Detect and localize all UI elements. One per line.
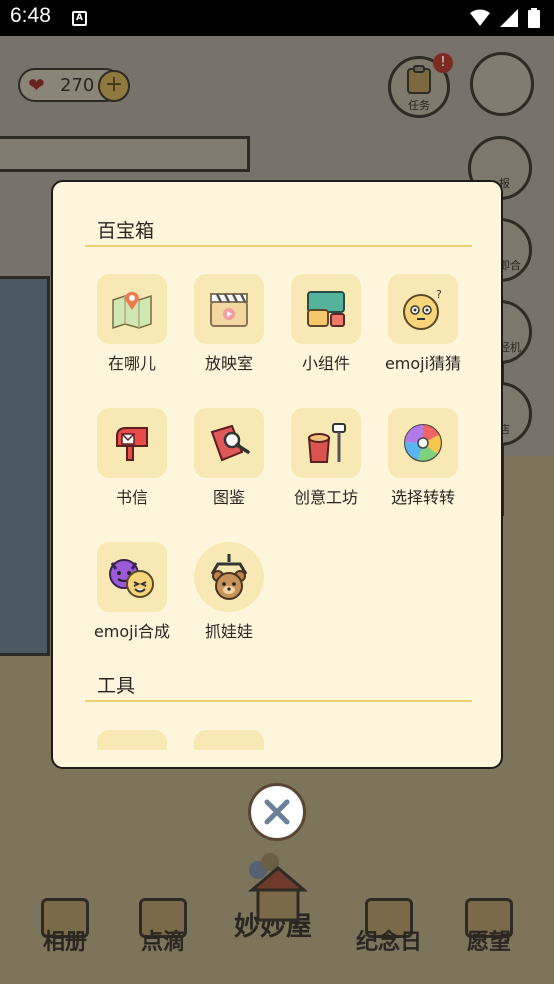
heart-icon: ❤	[28, 73, 45, 97]
tile-catalog[interactable]: 图鉴	[174, 408, 284, 508]
nav-anniversary-label: 纪念日	[355, 930, 422, 955]
avatar[interactable]	[470, 52, 534, 116]
tile-where[interactable]: 在哪儿	[77, 274, 187, 374]
claw-bear-icon	[194, 542, 264, 612]
tile-label: 小组件	[301, 354, 350, 373]
nav-home[interactable]: 妙妙屋	[228, 912, 318, 943]
tile-emoji-guess[interactable]: ? emoji猜猜	[368, 274, 478, 374]
book-magnifier-icon	[194, 408, 264, 478]
close-button[interactable]	[248, 783, 306, 841]
nav-notes-label: 点滴	[140, 930, 185, 955]
tile-label: emoji猜猜	[384, 354, 462, 373]
hearts-counter[interactable]: ❤ 270 +	[18, 68, 130, 102]
battery-icon	[528, 8, 540, 28]
tile-label: emoji合成	[93, 622, 171, 641]
task-button[interactable]: 任务 !	[388, 53, 453, 118]
tile-letter[interactable]: 书信	[77, 408, 187, 508]
clipboard-icon	[407, 65, 431, 94]
widget-icon	[291, 274, 361, 344]
tile-label: 创意工坊	[293, 488, 358, 507]
tool-tile-1[interactable]	[97, 730, 167, 750]
signal-icon	[500, 9, 518, 27]
nav-album-label: 相册	[42, 930, 87, 955]
clapperboard-icon	[194, 274, 264, 344]
tile-spinner[interactable]: 选择转转	[368, 408, 478, 508]
section-title-tools: 工具	[97, 675, 136, 697]
section-title-treasure: 百宝箱	[97, 220, 155, 242]
status-time: 6:48	[10, 4, 51, 27]
nav-anniversary[interactable]: 纪念日	[344, 880, 434, 956]
status-icons	[470, 8, 540, 28]
close-icon	[264, 799, 290, 825]
add-hearts-button[interactable]: +	[98, 70, 130, 102]
tile-label: 在哪儿	[107, 354, 156, 373]
color-wheel-icon	[388, 408, 458, 478]
status-bar: 6:48 A	[0, 0, 554, 36]
mailbox-icon	[97, 408, 167, 478]
tile-label: 图鉴	[212, 488, 245, 507]
task-label: 任务	[408, 99, 430, 112]
wifi-icon	[470, 9, 490, 26]
svg-text:?: ?	[436, 288, 442, 301]
nav-album[interactable]: 相册	[20, 880, 110, 956]
treasure-box-modal: 百宝箱 在哪儿 放映室 小组件 ? emoji猜猜 书信 图鉴 创意工坊 选择转…	[51, 180, 503, 769]
tile-label: 选择转转	[390, 488, 455, 507]
tile-emoji-merge[interactable]: emoji合成	[77, 542, 187, 642]
emoji-merge-icon	[97, 542, 167, 612]
nav-wish[interactable]: 愿望	[444, 880, 534, 956]
shelf	[0, 136, 250, 172]
tile-label: 放映室	[204, 354, 253, 373]
section-divider	[85, 245, 472, 247]
paint-bucket-icon	[291, 408, 361, 478]
nav-notes[interactable]: 点滴	[118, 880, 208, 956]
tile-workshop[interactable]: 创意工坊	[271, 408, 381, 508]
tile-widget[interactable]: 小组件	[271, 274, 381, 374]
map-pin-icon	[97, 274, 167, 344]
tile-label: 抓娃娃	[204, 622, 253, 641]
sim-icon: A	[72, 11, 87, 26]
tile-claw[interactable]: 抓娃娃	[174, 542, 284, 642]
window	[0, 276, 50, 656]
hearts-count: 270	[60, 75, 95, 96]
house-icon	[248, 853, 308, 922]
section-divider	[85, 700, 472, 702]
nav-wish-label: 愿望	[466, 930, 511, 955]
tile-label: 书信	[115, 488, 148, 507]
task-badge: !	[433, 53, 453, 73]
tool-tile-2[interactable]	[194, 730, 264, 750]
tile-cinema[interactable]: 放映室	[174, 274, 284, 374]
emoji-face-icon: ?	[388, 274, 458, 344]
